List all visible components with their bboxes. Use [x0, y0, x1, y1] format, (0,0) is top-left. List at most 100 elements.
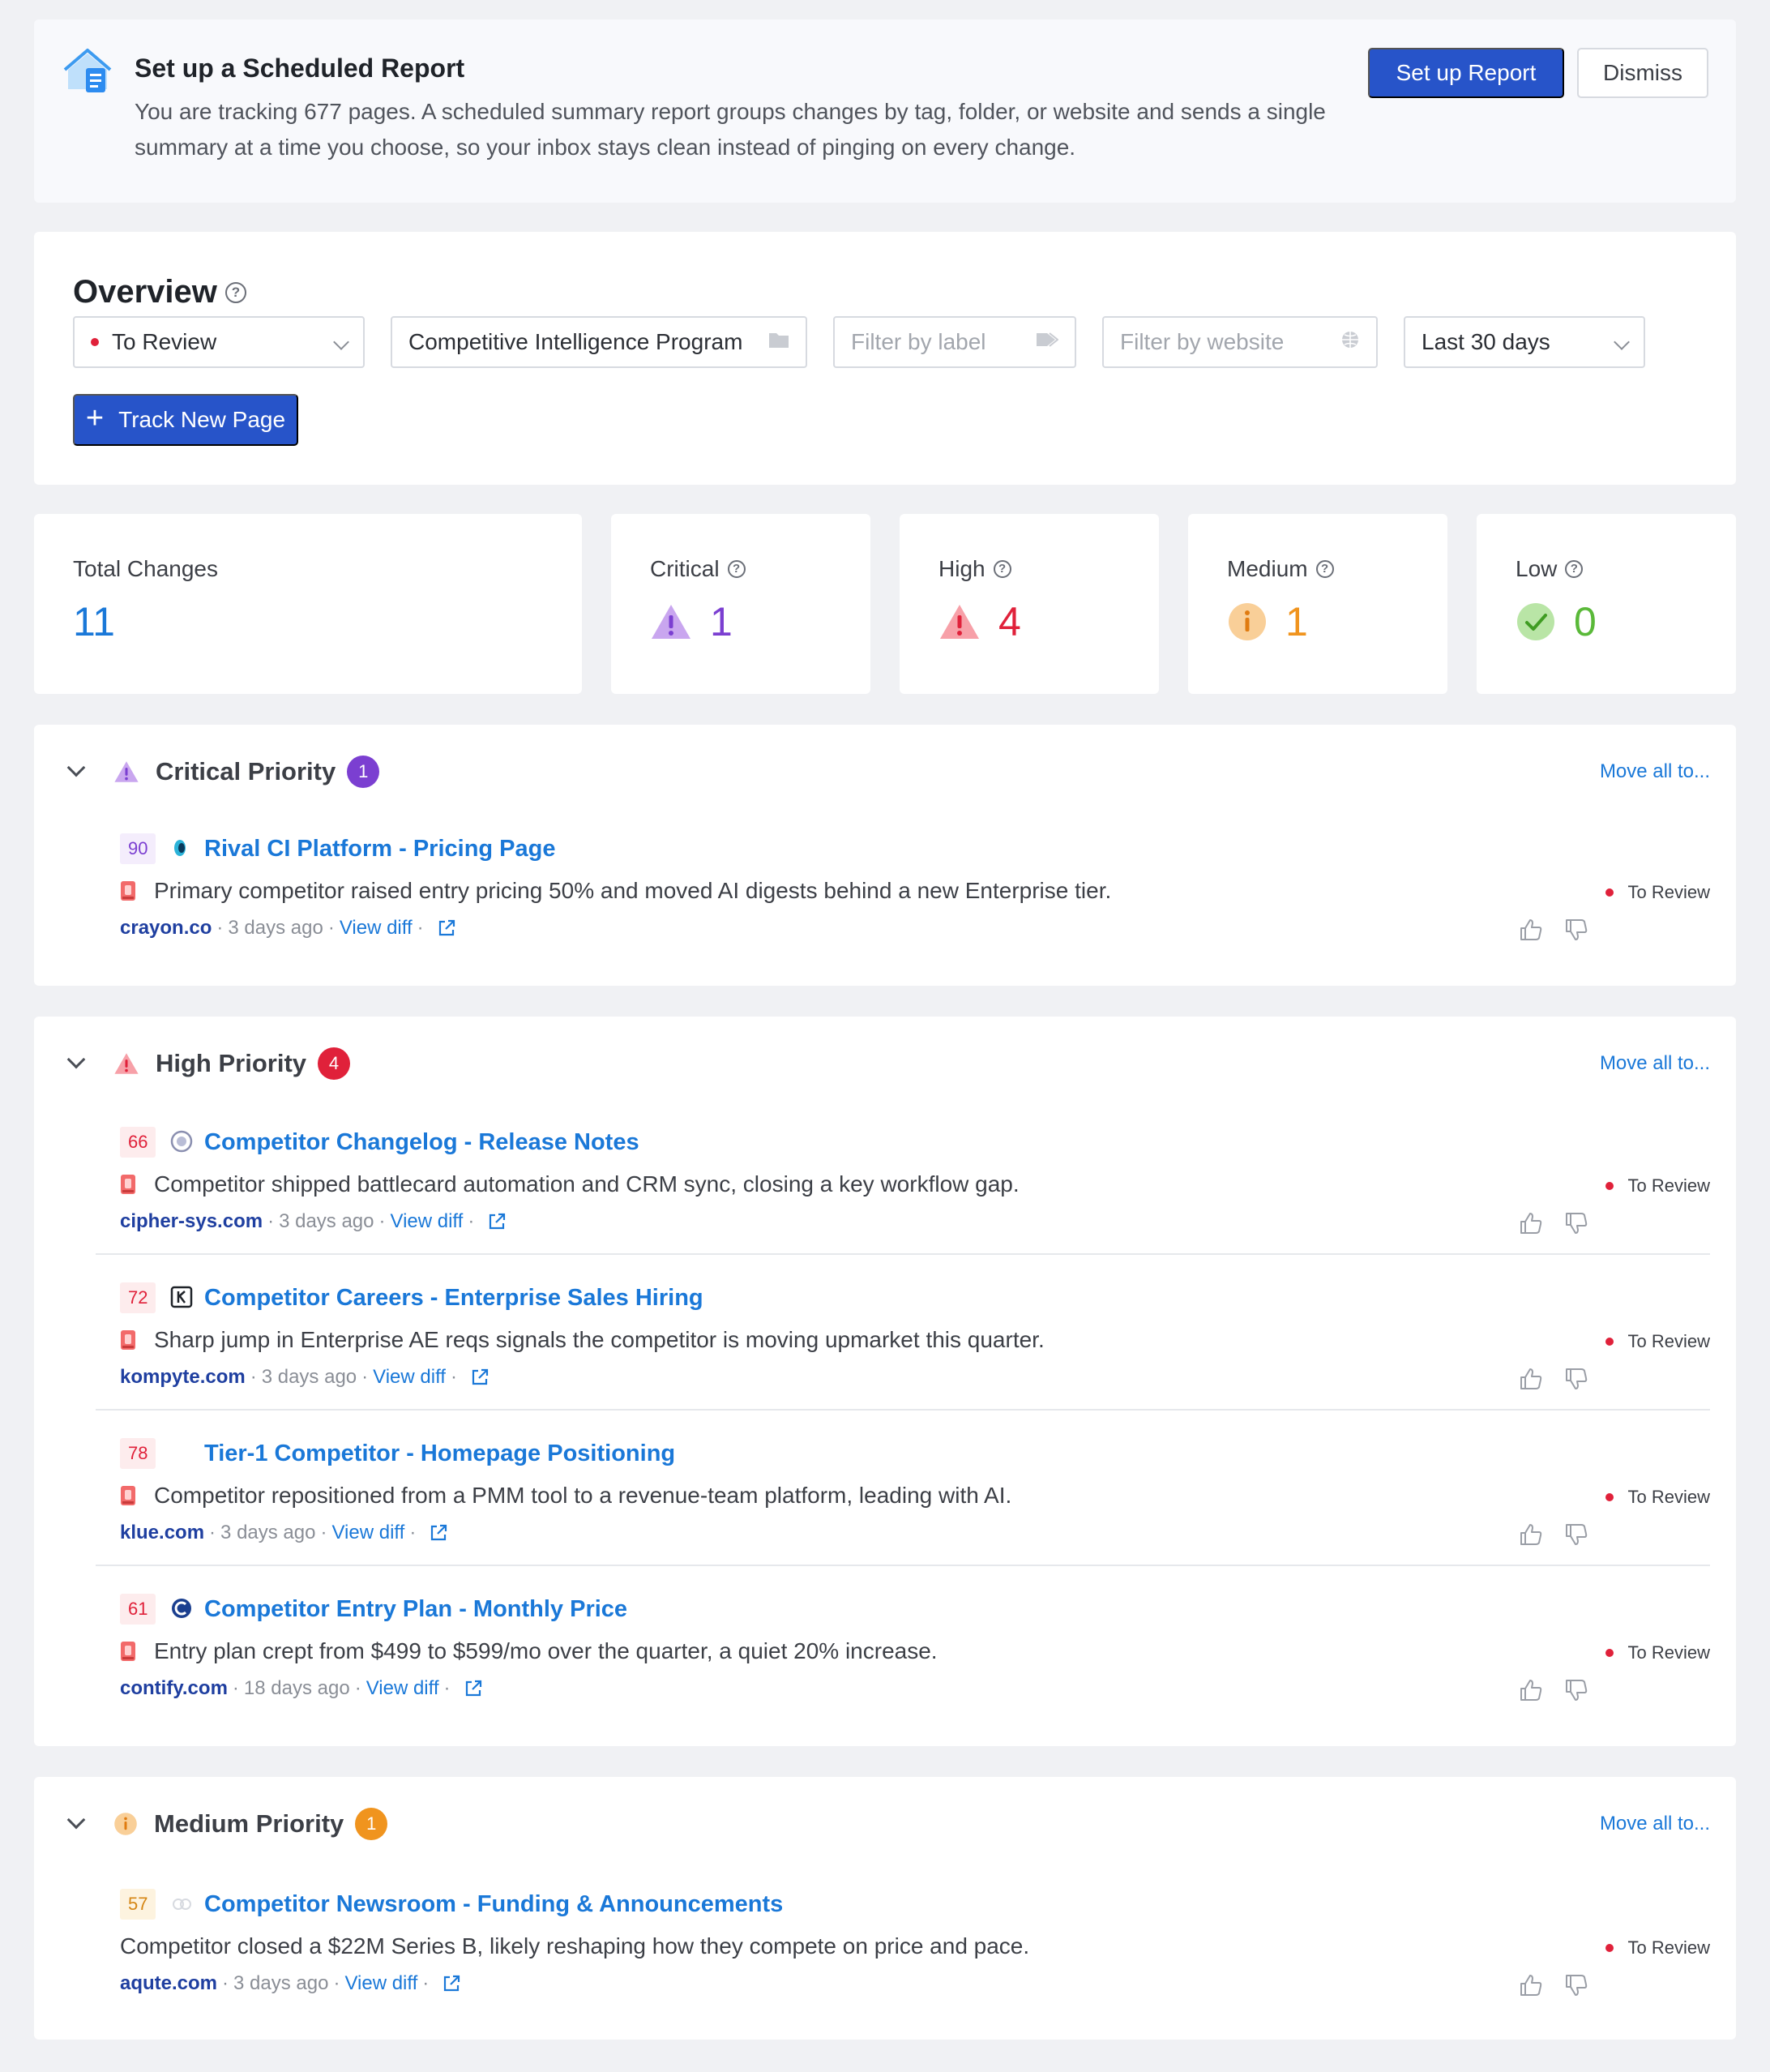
folder-filter-select[interactable]: Competitive Intelligence Program [391, 316, 807, 368]
thumbs-down-icon[interactable] [1564, 1678, 1588, 1702]
change-item[interactable]: 61 Competitor Entry Plan - Monthly Price… [86, 1582, 1710, 1728]
view-diff-link[interactable]: View diff [366, 1675, 439, 1702]
external-link-icon[interactable] [464, 1679, 483, 1698]
track-new-page-button[interactable]: + Track New Page [73, 394, 298, 446]
overview-heading: Overview ? [73, 274, 246, 310]
chevron-down-icon[interactable] [66, 758, 86, 777]
status-badge[interactable]: To Review [1605, 1175, 1710, 1197]
move-all-link[interactable]: Move all to... [1600, 1813, 1710, 1835]
stat-high[interactable]: High ? 4 [900, 514, 1159, 694]
thumbs-down-icon[interactable] [1564, 918, 1588, 942]
change-item[interactable]: 90 Rival CI Platform - Pricing Page Prim… [86, 822, 1710, 968]
change-item[interactable]: 66 Competitor Changelog - Release Notes … [86, 1115, 1710, 1261]
thumbs-down-icon[interactable] [1564, 1522, 1588, 1547]
change-item[interactable]: 72 Competitor Careers - Enterprise Sales… [86, 1271, 1710, 1417]
view-diff-link[interactable]: View diff [373, 1363, 446, 1391]
plus-icon: + [85, 401, 105, 435]
item-domain[interactable]: aqute.com [120, 1970, 217, 1997]
item-title-link[interactable]: Competitor Newsroom - Funding & Announce… [204, 1889, 783, 1920]
chevron-down-icon [1614, 334, 1630, 350]
stat-critical[interactable]: Critical ? 1 [611, 514, 870, 694]
status-filter-select[interactable]: To Review [73, 316, 365, 368]
stat-value: 11 [73, 599, 115, 644]
change-item[interactable]: 78 Tier-1 Competitor - Homepage Position… [86, 1427, 1710, 1573]
check-circle-green-icon [1517, 603, 1554, 640]
page-title: Overview [73, 274, 217, 310]
item-title-link[interactable]: Competitor Entry Plan - Monthly Price [204, 1594, 627, 1625]
view-diff-link[interactable]: View diff [340, 914, 413, 942]
item-domain[interactable]: kompyte.com [120, 1363, 246, 1391]
thumbs-down-icon[interactable] [1564, 1211, 1588, 1235]
move-all-link[interactable]: Move all to... [1600, 760, 1710, 783]
item-title-link[interactable]: Tier-1 Competitor - Homepage Positioning [204, 1438, 675, 1469]
dismiss-button[interactable]: Dismiss [1577, 48, 1708, 98]
external-link-icon[interactable] [437, 918, 456, 938]
status-badge[interactable]: To Review [1605, 1331, 1710, 1352]
item-title-link[interactable]: Competitor Careers - Enterprise Sales Hi… [204, 1282, 703, 1313]
status-badge[interactable]: To Review [1605, 1642, 1710, 1663]
help-icon[interactable]: ? [1565, 560, 1584, 578]
help-icon[interactable]: ? [1315, 560, 1334, 578]
view-diff-link[interactable]: View diff [331, 1519, 404, 1547]
item-title-link[interactable]: Rival CI Platform - Pricing Page [204, 833, 556, 864]
thumbs-up-icon[interactable] [1519, 1678, 1543, 1702]
item-domain[interactable]: crayon.co [120, 914, 212, 942]
thumbs-down-icon[interactable] [1564, 1367, 1588, 1391]
warning-triangle-purple-icon [652, 605, 690, 639]
group-header[interactable]: Critical Priority 1 Move all to... [58, 749, 1710, 794]
siren-icon [121, 881, 135, 901]
item-title-link[interactable]: Competitor Changelog - Release Notes [204, 1127, 639, 1158]
stat-medium[interactable]: Medium ? 1 [1188, 514, 1447, 694]
status-badge[interactable]: To Review [1605, 1937, 1710, 1959]
thumbs-up-icon[interactable] [1519, 918, 1543, 942]
thumbs-down-icon[interactable] [1564, 1973, 1588, 1997]
external-link-icon[interactable] [470, 1368, 490, 1387]
thumbs-up-icon[interactable] [1519, 1367, 1543, 1391]
chevron-down-icon[interactable] [66, 1810, 86, 1830]
move-all-link[interactable]: Move all to... [1600, 1052, 1710, 1075]
group-header[interactable]: High Priority 4 Move all to... [58, 1041, 1710, 1086]
track-new-page-label: Track New Page [118, 407, 286, 432]
setup-report-button[interactable]: Set up Report [1368, 48, 1564, 98]
external-link-icon[interactable] [487, 1212, 507, 1231]
view-diff-link[interactable]: View diff [344, 1970, 417, 1997]
warning-triangle-purple-icon [114, 761, 139, 782]
item-domain[interactable]: contify.com [120, 1675, 228, 1702]
thumbs-up-icon[interactable] [1519, 1522, 1543, 1547]
item-domain[interactable]: cipher-sys.com [120, 1208, 263, 1235]
stat-label: Total Changes [73, 556, 219, 581]
warning-triangle-red-icon [114, 1053, 139, 1074]
report-house-icon [63, 49, 112, 92]
thumbs-up-icon[interactable] [1519, 1973, 1543, 1997]
external-link-icon[interactable] [442, 1974, 461, 1993]
label-filter-input[interactable]: Filter by label [833, 316, 1076, 368]
change-item[interactable]: 57 Competitor Newsroom - Funding & Annou… [86, 1877, 1710, 2023]
overview-panel: Overview ? To Review Competitive Intelli… [34, 232, 1736, 485]
stat-low[interactable]: Low ? 0 [1477, 514, 1736, 694]
help-icon[interactable]: ? [993, 560, 1011, 578]
website-filter-input[interactable]: Filter by website [1102, 316, 1378, 368]
date-range-select[interactable]: Last 30 days [1404, 316, 1645, 368]
chevron-down-icon[interactable] [66, 1050, 86, 1069]
group-title: Medium Priority [154, 1809, 344, 1838]
count-badge: 1 [355, 1808, 388, 1840]
status-dot [91, 338, 99, 346]
siren-icon [121, 1175, 135, 1194]
status-badge[interactable]: To Review [1605, 1487, 1710, 1508]
divider [96, 1253, 1710, 1255]
siren-icon [121, 1330, 135, 1350]
chevron-down-icon [333, 334, 349, 350]
thumbs-up-icon[interactable] [1519, 1211, 1543, 1235]
status-badge[interactable]: To Review [1605, 882, 1710, 903]
globe-icon [1342, 332, 1358, 348]
help-icon[interactable]: ? [224, 281, 246, 303]
divider [96, 1409, 1710, 1411]
score-badge: 78 [120, 1438, 156, 1469]
external-link-icon[interactable] [429, 1523, 448, 1543]
item-description: Entry plan crept from $499 to $599/mo ov… [154, 1638, 938, 1663]
view-diff-link[interactable]: View diff [391, 1208, 464, 1235]
item-domain[interactable]: klue.com [120, 1519, 204, 1547]
help-icon[interactable]: ? [727, 560, 746, 578]
group-header[interactable]: Medium Priority 1 Move all to... [58, 1801, 1710, 1847]
score-badge: 61 [120, 1594, 156, 1625]
